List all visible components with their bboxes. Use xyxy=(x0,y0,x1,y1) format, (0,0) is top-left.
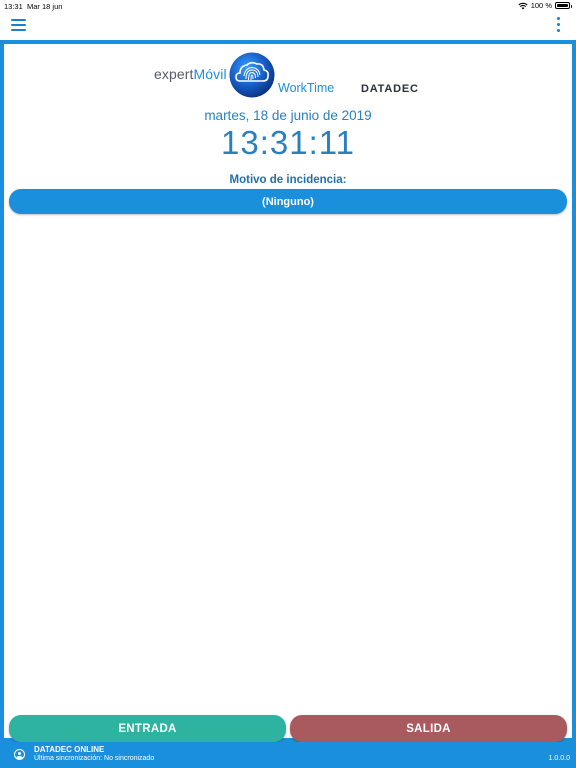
current-time: 13:31:11 xyxy=(220,124,355,161)
incident-reason-label: Motivo de incidencia: xyxy=(229,174,347,186)
incident-reason-select[interactable]: (Ninguno) xyxy=(9,189,567,214)
incident-reason-value: (Ninguno) xyxy=(262,195,314,208)
current-date: martes, 18 de junio de 2019 xyxy=(204,108,372,123)
battery-percent: 100 % xyxy=(530,1,552,10)
sync-status: Última sincronización: No sincronizado xyxy=(34,755,155,762)
menu-icon[interactable] xyxy=(11,19,26,31)
status-bar: 13:31 Mar 18 jun 100 % xyxy=(0,0,576,12)
nav-bar xyxy=(0,12,576,40)
app-version: 1.0.0.0 xyxy=(548,755,570,762)
brand-logo-text: expertMóvil xyxy=(154,66,227,82)
wifi-icon xyxy=(518,2,528,9)
brand-prefix: expert xyxy=(154,66,194,82)
status-date: Mar 18 jun xyxy=(27,1,63,11)
main-frame: expertMóvil WorkTime DATADEC martes, 18 … xyxy=(0,40,576,742)
fingerprint-cloud-icon xyxy=(229,52,275,98)
status-time: 13:31 xyxy=(4,1,23,11)
brand-accent: Móvil xyxy=(193,66,227,82)
entrada-button[interactable]: ENTRADA xyxy=(9,715,286,742)
footer-bar: DATADEC ONLINE Última sincronización: No… xyxy=(0,742,576,768)
server-name: DATADEC ONLINE xyxy=(34,745,105,754)
company-logo: DATADEC xyxy=(361,83,419,95)
user-icon xyxy=(14,749,25,760)
salida-button[interactable]: SALIDA xyxy=(290,715,567,742)
more-options-icon[interactable] xyxy=(556,17,560,32)
action-buttons: ENTRADA SALIDA xyxy=(9,715,567,742)
battery-icon xyxy=(555,2,572,9)
product-name: WorkTime xyxy=(278,81,335,95)
status-indicators: 100 % xyxy=(518,1,572,10)
main-panel: expertMóvil WorkTime DATADEC martes, 18 … xyxy=(4,44,572,742)
